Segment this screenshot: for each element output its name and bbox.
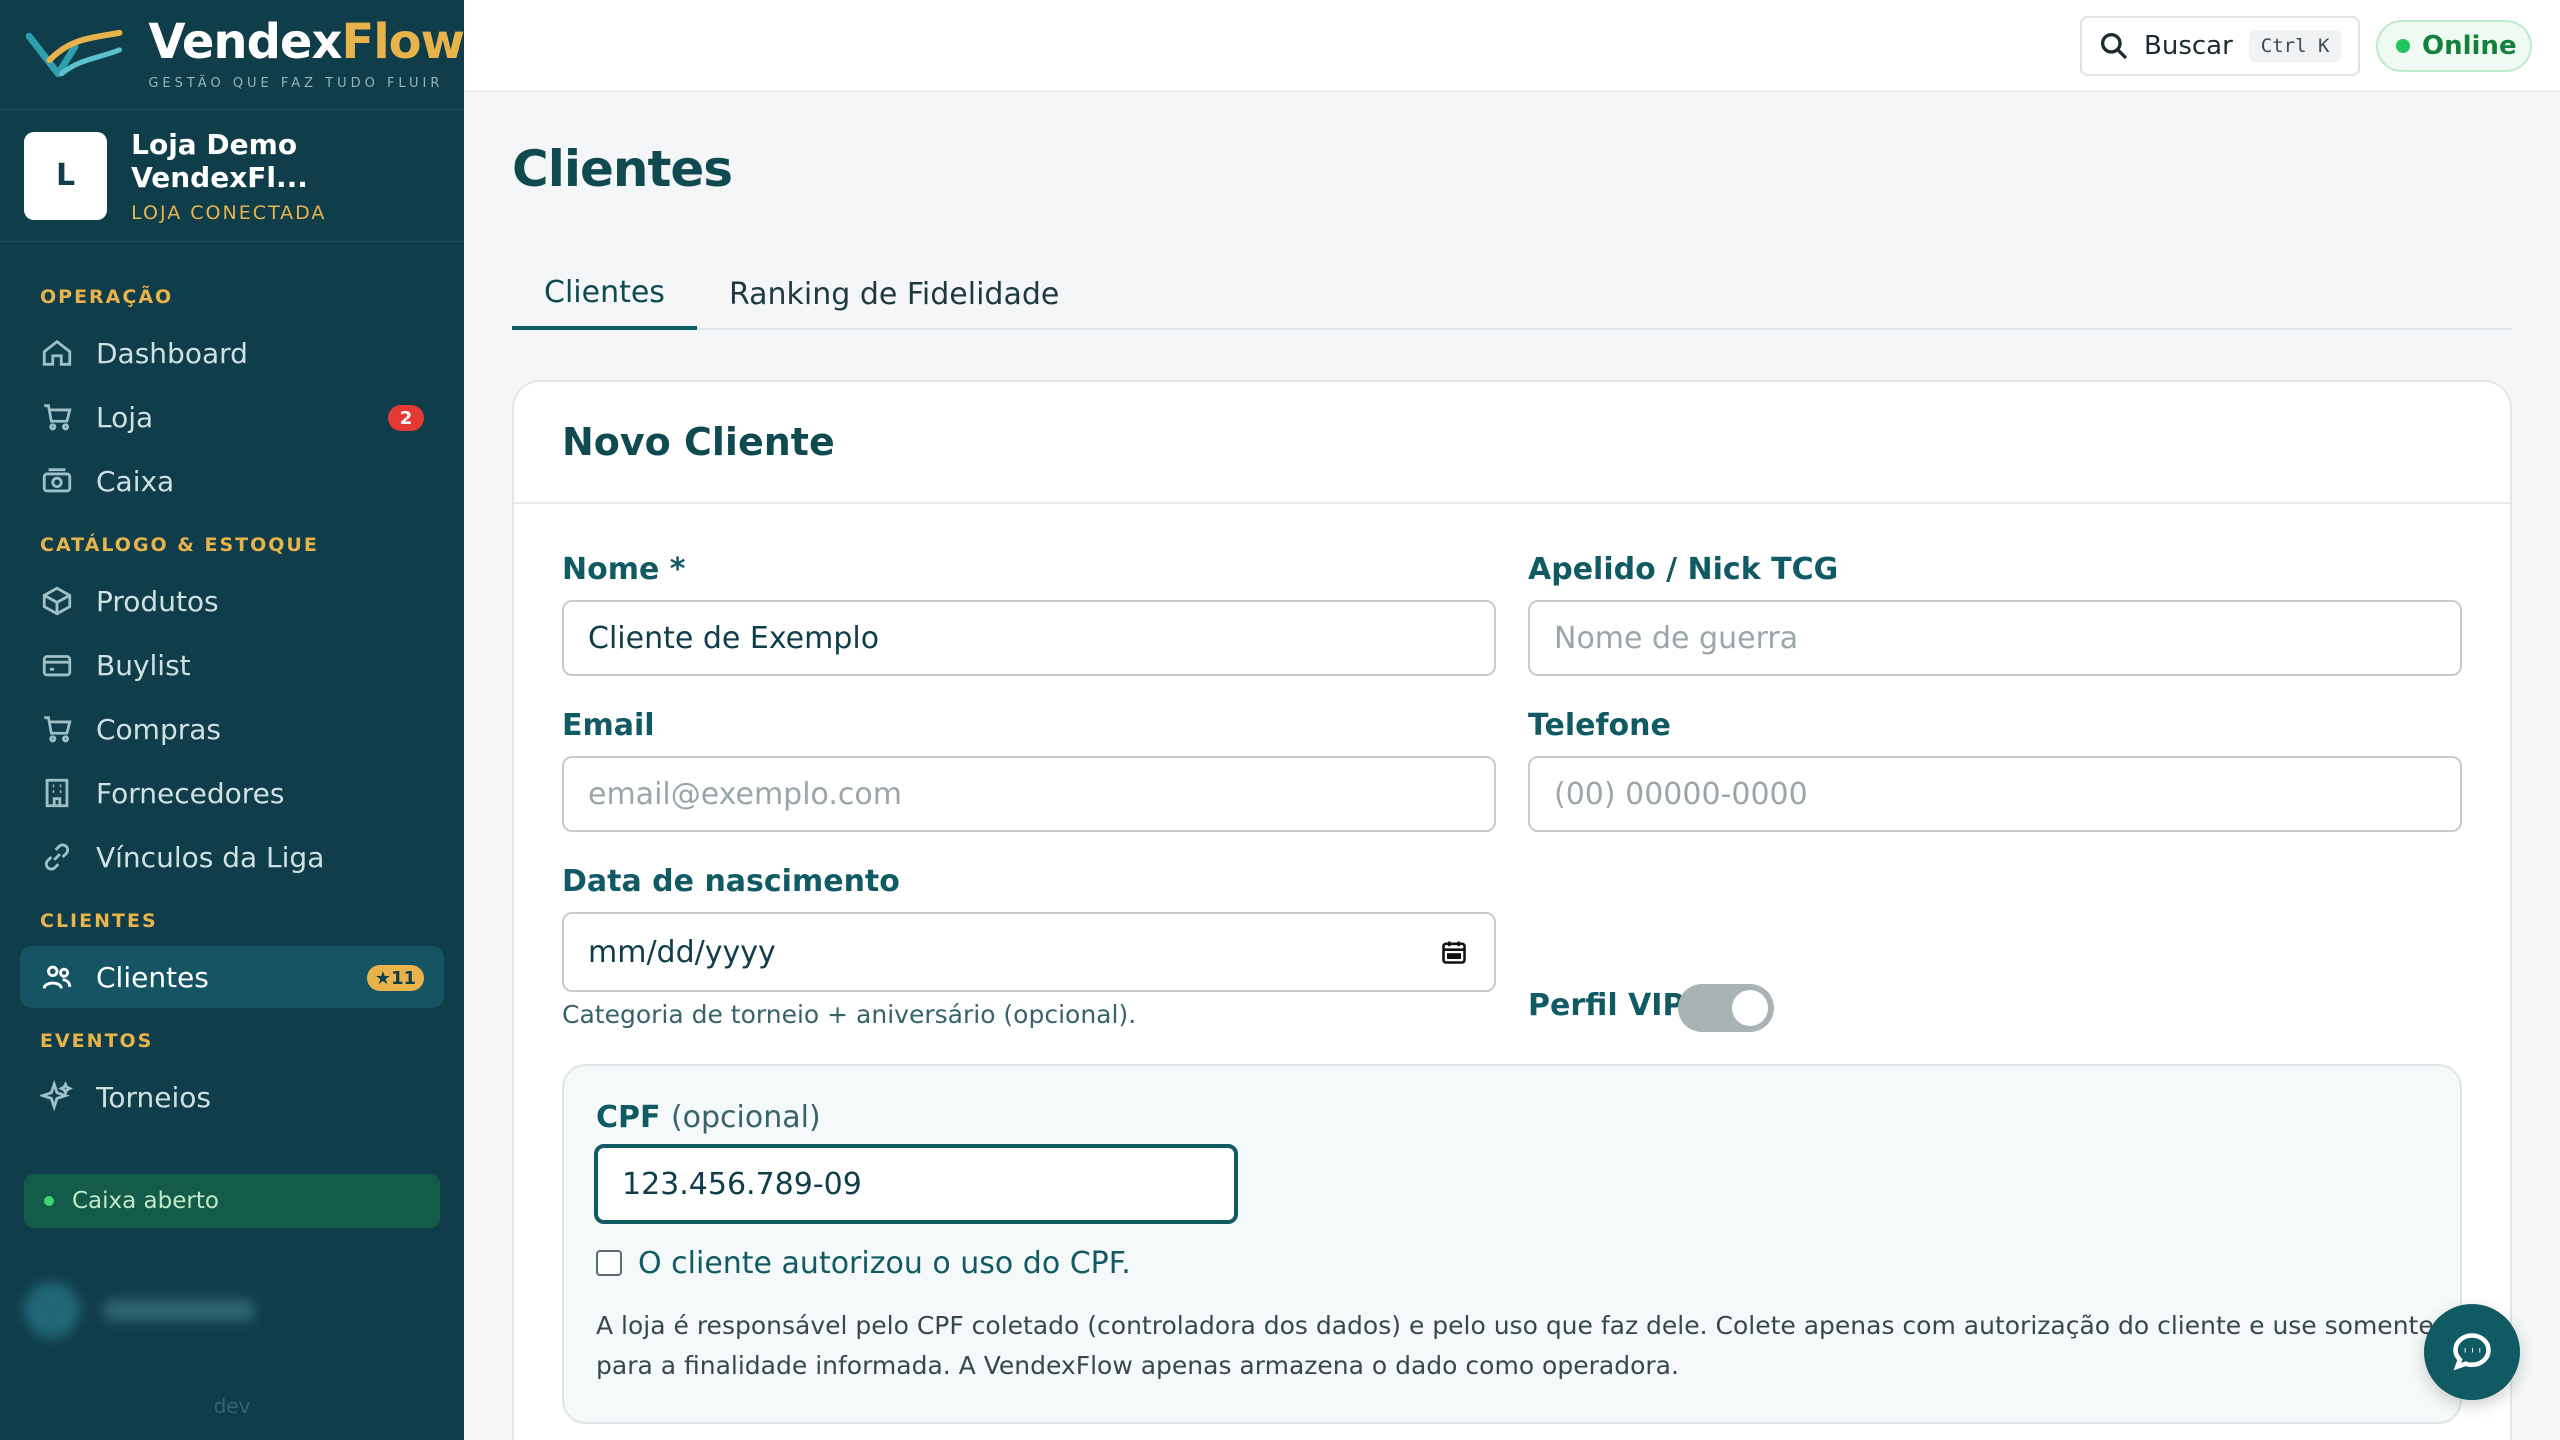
- credit-card-icon: [42, 655, 72, 677]
- status-dot-icon: [44, 1196, 54, 1206]
- sidebar-item-loja[interactable]: Loja 2: [20, 386, 444, 448]
- nav-section-clientes: CLIENTES: [40, 910, 158, 932]
- status-dot-icon: [2396, 39, 2410, 53]
- chat-icon: [2453, 1333, 2491, 1371]
- nav-section-eventos: EVENTOS: [40, 1030, 154, 1052]
- cash-status-badge[interactable]: Caixa aberto: [24, 1174, 440, 1228]
- sidebar-item-label: Fornecedores: [96, 776, 285, 810]
- brand-name: VendexFlow: [148, 14, 465, 70]
- brand[interactable]: VendexFlow GESTÃO QUE FAZ TUDO FLUIR: [0, 0, 465, 110]
- cpf-consent-label[interactable]: O cliente autorizou o uso do CPF.: [638, 1246, 1131, 1281]
- package-icon: [42, 586, 72, 616]
- sidebar-item-buylist[interactable]: Buylist: [20, 634, 444, 696]
- tab-clientes[interactable]: Clientes: [512, 258, 697, 330]
- nascimento-date-input[interactable]: mm/dd/yyyy: [562, 912, 1496, 992]
- tab-ranking-fidelidade[interactable]: Ranking de Fidelidade: [697, 258, 1091, 330]
- online-status-label: Online: [2422, 31, 2517, 61]
- sidebar-item-label: Torneios: [96, 1080, 211, 1114]
- cash-register-icon: [42, 468, 72, 493]
- sidebar-item-label: Compras: [96, 712, 221, 746]
- sidebar-item-vinculos[interactable]: Vínculos da Liga: [20, 826, 444, 888]
- environment-label: dev: [213, 1394, 251, 1418]
- store-avatar: L: [24, 131, 108, 220]
- sidebar-item-dashboard[interactable]: Dashboard: [20, 322, 444, 384]
- cpf-input[interactable]: 123.456.789-09: [594, 1144, 1238, 1224]
- sidebar-item-label: Produtos: [96, 584, 219, 618]
- brand-tagline: GESTÃO QUE FAZ TUDO FLUIR: [148, 76, 444, 91]
- home-icon: [42, 339, 72, 366]
- sidebar-item-label: Vínculos da Liga: [96, 840, 325, 874]
- page-title: Clientes: [512, 140, 733, 198]
- store-switcher[interactable]: L Loja Demo VendexFl... LOJA CONECTADA: [0, 110, 464, 242]
- sidebar-item-caixa[interactable]: Caixa: [20, 450, 444, 512]
- online-status-badge: Online: [2376, 20, 2532, 72]
- vip-label: Perfil VIP: [1528, 988, 1685, 1023]
- topbar: Buscar Ctrl K Online: [464, 0, 2560, 92]
- search-button[interactable]: Buscar Ctrl K: [2080, 16, 2360, 76]
- sidebar-item-compras[interactable]: Compras: [20, 698, 444, 760]
- tab-bar: Clientes Ranking de Fidelidade: [512, 258, 2512, 330]
- clientes-count-badge: ★11: [366, 965, 424, 991]
- toggle-knob: [1732, 990, 1768, 1026]
- sidebar-item-label: Caixa: [96, 464, 175, 498]
- store-name: Loja Demo VendexFl...: [131, 127, 308, 194]
- sidebar-item-fornecedores[interactable]: Fornecedores: [20, 762, 444, 824]
- user-name-blurred: [104, 1299, 254, 1321]
- user-profile-blurred[interactable]: [24, 1270, 440, 1350]
- email-label: Email: [562, 708, 655, 743]
- link-icon: [44, 843, 70, 871]
- nav-section-operacao: OPERAÇÃO: [40, 286, 174, 308]
- sidebar-item-torneios[interactable]: Torneios: [20, 1066, 444, 1128]
- sparkles-icon: [40, 1080, 73, 1112]
- telefone-input[interactable]: (00) 00000-0000: [1528, 756, 2462, 832]
- chat-button[interactable]: [2424, 1304, 2520, 1400]
- sidebar-nav: OPERAÇÃO Dashboard Loja 2 Caixa CATÁLOGO…: [0, 242, 464, 1128]
- cart-icon: [44, 716, 72, 743]
- search-shortcut: Ctrl K: [2248, 30, 2342, 62]
- nascimento-label: Data de nascimento: [562, 864, 900, 899]
- users-icon: [42, 965, 72, 989]
- sidebar-item-label: Loja: [96, 400, 154, 434]
- cpf-consent-checkbox[interactable]: [596, 1250, 622, 1276]
- vip-toggle[interactable]: [1678, 984, 1774, 1032]
- avatar: [24, 1282, 80, 1338]
- email-field[interactable]: email@exemplo.com: [562, 756, 1496, 832]
- nome-input[interactable]: Cliente de Exemplo: [562, 600, 1496, 676]
- cpf-legal-note: A loja é responsável pelo CPF coletado (…: [596, 1311, 2434, 1380]
- sidebar-item-produtos[interactable]: Produtos: [20, 570, 444, 632]
- vendexflow-logo-icon: [25, 29, 123, 77]
- cpf-label: CPF (opcional): [596, 1100, 821, 1135]
- telefone-label: Telefone: [1528, 708, 1671, 743]
- search-icon: [2101, 33, 2128, 60]
- sidebar-item-label: Clientes: [96, 960, 209, 994]
- nascimento-hint: Categoria de torneio + aniversário (opci…: [562, 1000, 1137, 1029]
- building-icon: [45, 778, 69, 808]
- cash-status-label: Caixa aberto: [72, 1188, 219, 1214]
- card-title: Novo Cliente: [514, 382, 2510, 504]
- sidebar-item-label: Dashboard: [96, 336, 248, 370]
- cart-icon: [44, 404, 72, 431]
- nav-section-catalogo: CATÁLOGO & ESTOQUE: [40, 534, 319, 556]
- search-label: Buscar: [2144, 31, 2233, 61]
- calendar-icon[interactable]: [1440, 938, 1468, 966]
- sidebar-item-label: Buylist: [96, 648, 191, 682]
- apelido-input[interactable]: Nome de guerra: [1528, 600, 2462, 676]
- store-status: LOJA CONECTADA: [131, 201, 327, 224]
- date-placeholder: mm/dd/yyyy: [588, 934, 776, 970]
- loja-count-badge: 2: [388, 405, 424, 431]
- apelido-label: Apelido / Nick TCG: [1528, 552, 1839, 587]
- nome-label: Nome *: [562, 552, 686, 587]
- sidebar-item-clientes[interactable]: Clientes ★11: [20, 946, 444, 1008]
- sidebar: VendexFlow GESTÃO QUE FAZ TUDO FLUIR L L…: [0, 0, 465, 1440]
